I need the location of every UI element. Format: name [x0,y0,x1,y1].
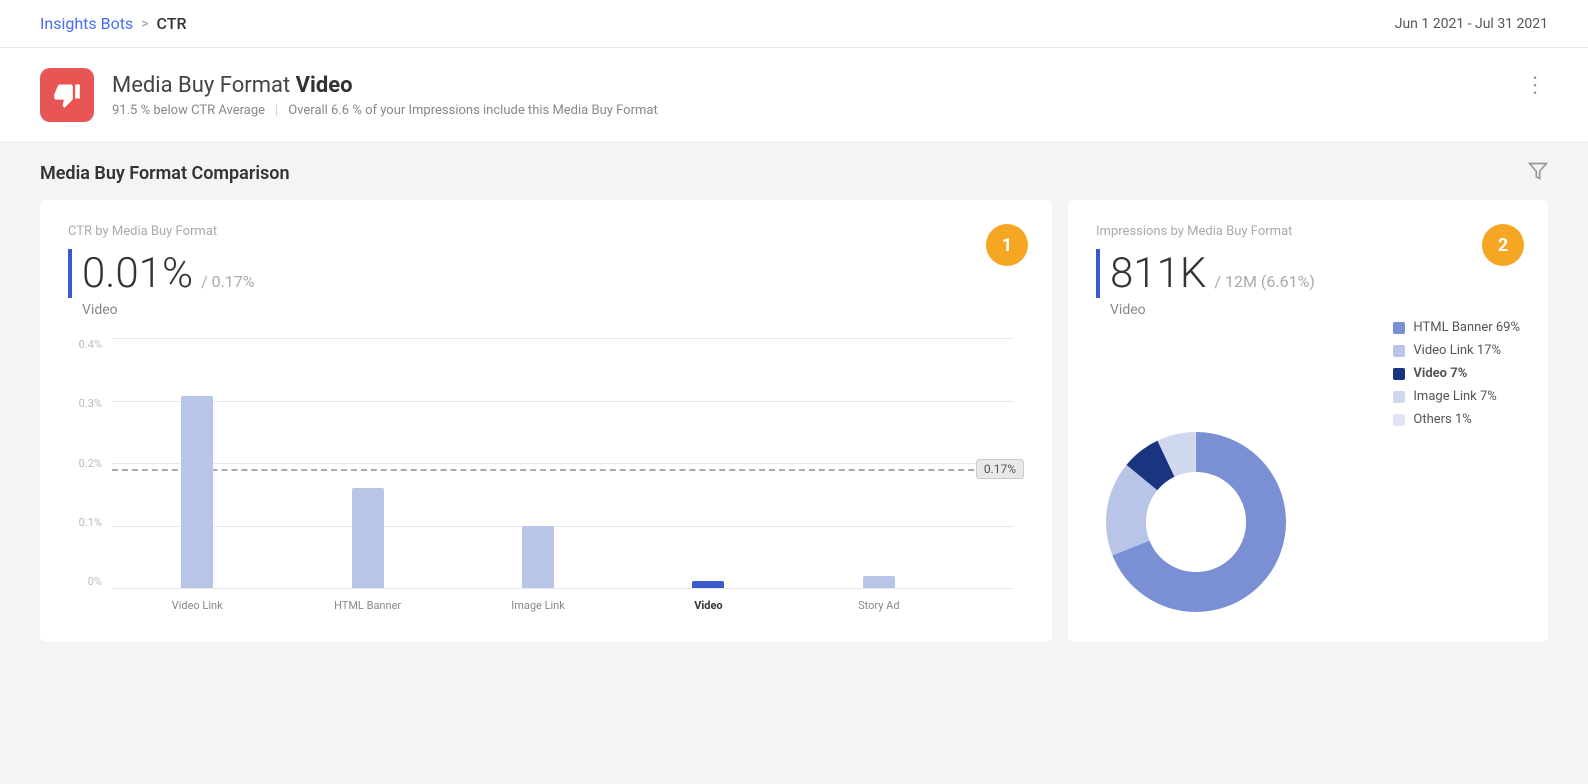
bar-group-image-link: Image Link [453,338,623,588]
legend-item-image-link: Image Link 7% [1393,389,1520,404]
date-range: Jun 1 2021 - Jul 31 2021 [1395,16,1548,32]
donut-chart [1096,422,1296,622]
y-axis: 0.4% 0.3% 0.2% 0.1% 0% [68,338,108,588]
bar-label-story-ad: Story Ad [858,599,899,612]
bot-subtitle: 91.5 % below CTR Average | Overall 6.6 %… [112,103,658,118]
bot-info-left: Media Buy Format Video 91.5 % below CTR … [40,68,658,122]
donut-svg [1096,422,1296,622]
thumbsdown-icon [53,81,81,109]
legend-dot-video-link [1393,345,1405,357]
ctr-metric-value: 0.01% [68,249,193,298]
ctr-metric-secondary: / 0.17% [201,272,254,291]
bot-icon [40,68,94,122]
bot-title: Media Buy Format Video [112,73,658,98]
donut-legend: HTML Banner 69% Video Link 17% Video 7% … [1393,320,1520,435]
breadcrumb-link[interactable]: Insights Bots [40,14,133,33]
ctr-metric-display: 0.01% / 0.17% [68,249,1024,298]
legend-dot-others [1393,414,1405,426]
avg-label: 0.17% [976,459,1024,479]
filter-icon[interactable] [1528,161,1548,186]
bar-label-html-banner: HTML Banner [334,599,401,612]
impressions-chart-card: Impressions by Media Buy Format 811K / 1… [1068,200,1548,642]
bar-group-html-banner: HTML Banner [282,338,452,588]
legend-item-html-banner: HTML Banner 69% [1393,320,1520,335]
impressions-chart-label: Impressions by Media Buy Format [1096,224,1520,239]
comparison-section: Media Buy Format Comparison CTR by Media… [0,143,1588,662]
top-header: Insights Bots > CTR Jun 1 2021 - Jul 31 … [0,0,1588,48]
bar-label-image-link: Image Link [511,599,565,612]
charts-container: CTR by Media Buy Format 0.01% / 0.17% Vi… [40,200,1548,642]
impressions-metric-secondary: / 12M (6.61%) [1214,272,1314,291]
bot-text: Media Buy Format Video 91.5 % below CTR … [112,73,658,118]
bar-group-video-link: Video Link [112,338,282,588]
ctr-metric-name: Video [68,302,1024,318]
legend-item-video-link: Video Link 17% [1393,343,1520,358]
ctr-badge: 1 [986,224,1028,266]
more-options-button[interactable]: ⋮ [1524,73,1548,98]
legend-dot-html-banner [1393,322,1405,334]
legend-item-others: Others 1% [1393,412,1520,427]
bar-label-video-link: Video Link [172,599,223,612]
impressions-badge: 2 [1482,224,1524,266]
bar-group-story-ad: Story Ad [794,338,964,588]
legend-item-video: Video 7% [1393,366,1520,381]
impressions-metric-value: 811K [1096,249,1206,298]
comparison-title: Media Buy Format Comparison [40,163,290,184]
bar-label-video: Video [694,599,722,612]
comparison-header: Media Buy Format Comparison [40,143,1548,200]
legend-dot-image-link [1393,391,1405,403]
bar-group-video: Video [623,338,793,588]
breadcrumb: Insights Bots > CTR [40,14,187,33]
legend-dot-video [1393,368,1405,380]
ctr-chart-label: CTR by Media Buy Format [68,224,1024,239]
ctr-chart-card: CTR by Media Buy Format 0.01% / 0.17% Vi… [40,200,1052,642]
impressions-metric-name: Video [1096,302,1520,318]
bars-area: Video Link HTML Banner Image Link [112,338,964,588]
bar-chart-area: 0.4% 0.3% 0.2% 0.1% 0% 0.1 [68,338,1024,618]
bot-info-section: Media Buy Format Video 91.5 % below CTR … [0,48,1588,143]
breadcrumb-current: CTR [157,14,187,33]
impressions-metric-display: 811K / 12M (6.61%) [1096,249,1520,298]
breadcrumb-separator: > [141,16,148,32]
